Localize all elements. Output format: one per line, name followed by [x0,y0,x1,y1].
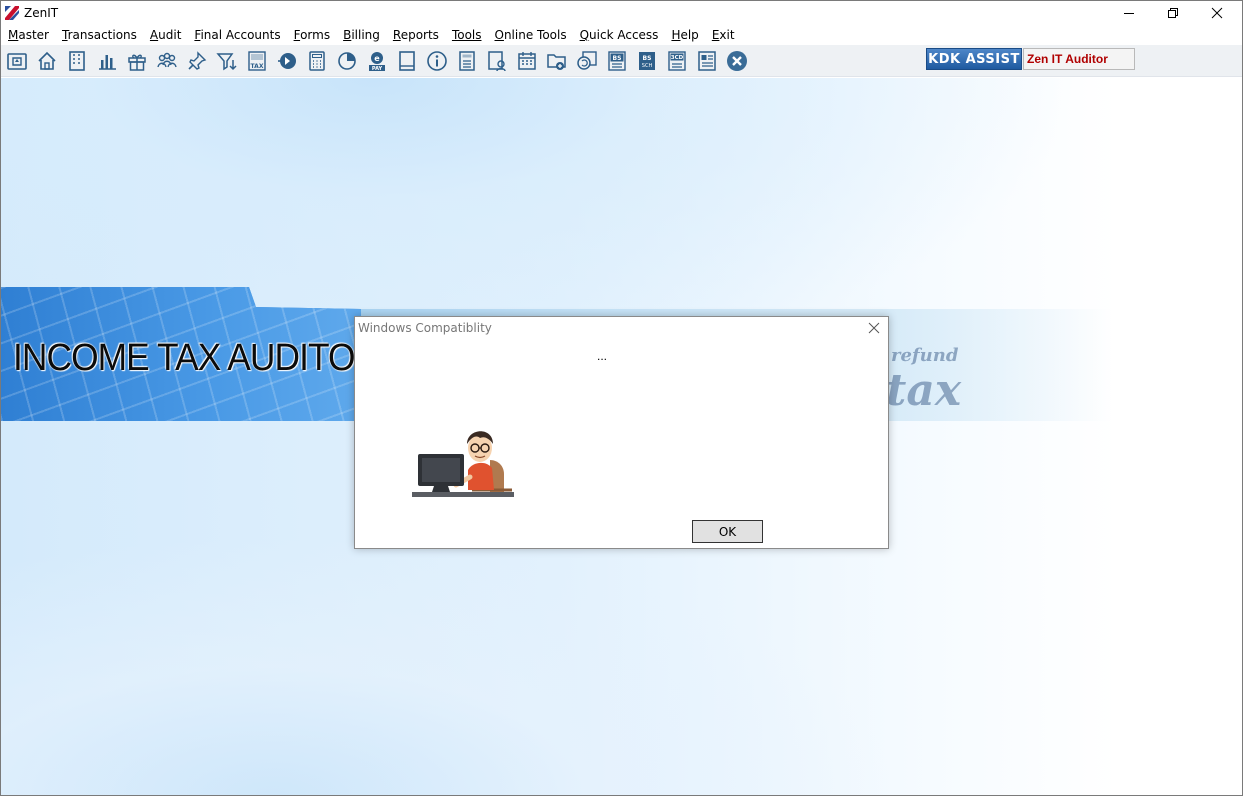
e-pay-icon[interactable]: e PAY [366,50,388,72]
bs-sch-icon[interactable]: BS SCH [636,50,658,72]
person-at-computer-illustration [412,431,514,497]
menu-quick-access[interactable]: Quick Access [580,28,659,42]
home-icon[interactable] [36,50,58,72]
restore-button[interactable] [1151,1,1195,25]
app-window: ZenIT Master Transactions Audit Final Ac… [0,0,1243,796]
pie-chart-icon[interactable] [336,50,358,72]
minimize-button[interactable] [1107,1,1151,25]
report-icon[interactable] [456,50,478,72]
menu-exit[interactable]: Exit [712,28,735,42]
menu-forms[interactable]: Forms [294,28,331,42]
menu-audit[interactable]: Audit [150,28,181,42]
tax-icon[interactable]: TAX [246,50,268,72]
menu-tools[interactable]: Tools [452,28,482,42]
close-button[interactable] [1195,1,1239,25]
toolbar: TAX e PAY BS BS SCH 3CD KDK ASSIST Zen IT … [1,45,1242,77]
dialog-close-button[interactable] [866,320,882,336]
svg-text:SCH: SCH [642,63,653,69]
calendar-icon[interactable] [516,50,538,72]
restore-icon [1168,8,1178,18]
kdk-assist-button[interactable]: KDK ASSIST [926,48,1022,70]
menu-billing[interactable]: Billing [343,28,380,42]
gift-icon[interactable] [126,50,148,72]
svg-text:BS: BS [613,55,622,62]
menu-help[interactable]: Help [671,28,698,42]
close-icon [868,322,880,334]
calculator-icon[interactable] [306,50,328,72]
add-folder-icon[interactable] [546,50,568,72]
menu-online-tools[interactable]: Online Tools [495,28,567,42]
building-icon[interactable] [66,50,88,72]
close-circle-icon[interactable] [726,50,748,72]
ok-button[interactable]: OK [692,520,763,543]
assessment-icon[interactable] [6,50,28,72]
users-icon[interactable] [156,50,178,72]
3cd-icon[interactable]: 3CD [666,50,688,72]
user-card-icon[interactable] [486,50,508,72]
banner-word-tax: tax [886,365,962,416]
menu-reports[interactable]: Reports [393,28,439,42]
banner-word-cloud: refund tax [886,307,1086,417]
svg-text:3CD: 3CD [671,55,684,61]
banner-title: INCOME TAX AUDITOR [13,337,380,379]
svg-text:e: e [374,54,380,63]
zenit-logo-icon [5,6,19,20]
forward-icon[interactable] [276,50,298,72]
refresh-icon[interactable] [576,50,598,72]
filter-icon[interactable] [216,50,238,72]
menu-master[interactable]: Master [8,28,49,42]
form-icon[interactable] [696,50,718,72]
dialog-title: Windows Compatiblity [358,321,492,335]
bar-chart-icon[interactable] [96,50,118,72]
svg-text:TAX: TAX [251,63,264,70]
bs-icon[interactable]: BS [606,50,628,72]
banner-word-refund: refund [891,345,959,366]
svg-text:BS: BS [643,55,652,62]
menu-transactions[interactable]: Transactions [62,28,137,42]
minimize-icon [1124,13,1134,14]
dialog-message: ... [597,349,608,363]
close-icon [1211,7,1223,19]
compatibility-dialog: Windows Compatiblity ... OK [354,316,889,549]
svg-text:PAY: PAY [372,66,383,72]
book-icon[interactable] [396,50,418,72]
title-bar: ZenIT [1,1,1242,25]
pin-icon[interactable] [186,50,208,72]
menu-final-accounts[interactable]: Final Accounts [194,28,280,42]
info-icon[interactable] [426,50,448,72]
window-title: ZenIT [24,6,59,20]
product-name-field[interactable]: Zen IT Auditor [1023,48,1135,70]
menu-bar: Master Transactions Audit Final Accounts… [1,25,1242,45]
